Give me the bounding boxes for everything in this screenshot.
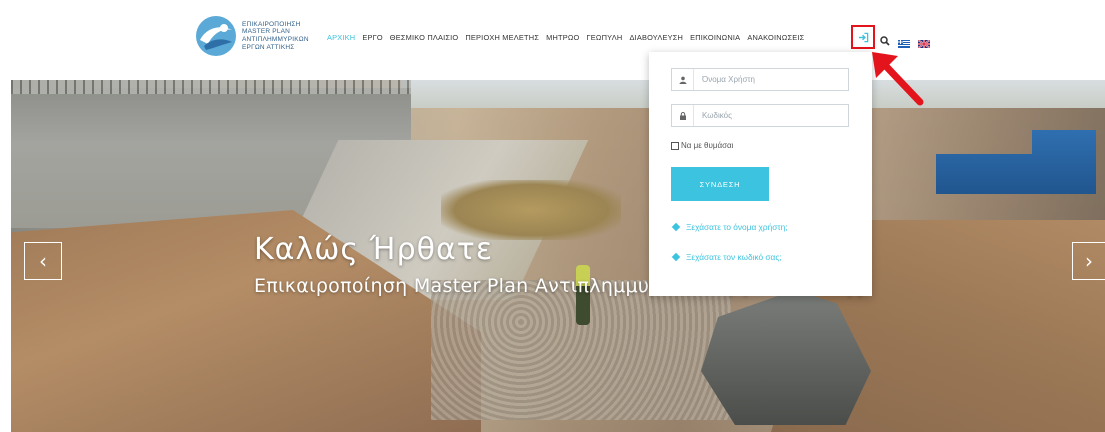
forgot-username-link[interactable]: Ξεχάσατε το όνομα χρήστη;	[671, 222, 788, 232]
hero-title: Καλώς Ήρθατε	[254, 232, 494, 267]
hero-background	[11, 80, 411, 94]
logo-text: ΕΠΙΚΑΙΡΟΠΟΙΗΣΗ MASTER PLAN ΑΝΤΙΠΛΗΜΜΥΡΙΚ…	[242, 21, 309, 51]
username-field	[671, 68, 849, 91]
password-input[interactable]	[694, 106, 844, 125]
nav-item-home[interactable]: ΑΡΧΙΚΗ	[327, 33, 355, 42]
site-logo[interactable]: ΕΠΙΚΑΙΡΟΠΟΙΗΣΗ MASTER PLAN ΑΝΤΙΠΛΗΜΜΥΡΙΚ…	[194, 14, 309, 58]
nav-item-legal-framework[interactable]: ΘΕΣΜΙΚΟ ΠΛΑΙΣΙΟ	[390, 33, 459, 42]
search-icon	[880, 36, 890, 46]
search-button[interactable]	[880, 31, 890, 50]
logo-line: MASTER PLAN	[242, 28, 291, 36]
login-toggle-button[interactable]	[851, 25, 875, 49]
hero-background	[936, 130, 1096, 194]
remember-me: Να με θυμάσαι	[671, 141, 733, 150]
main-nav: ΑΡΧΙΚΗ ΕΡΓΟ ΘΕΣΜΙΚΟ ΠΛΑΙΣΙΟ ΠΕΡΙΟΧΗ ΜΕΛΕ…	[327, 33, 811, 42]
logo-line: ΑΝΤΙΠΛΗΜΜΥΡΙΚΩΝ	[242, 36, 309, 43]
forgot-username-label: Ξεχάσατε το όνομα χρήστη;	[686, 222, 788, 232]
bullet-icon	[671, 252, 681, 262]
user-icon	[672, 69, 694, 90]
logo-line: ΕΠΙΚΑΙΡΟΠΟΙΗΣΗ	[242, 20, 301, 28]
login-dropdown: Να με θυμάσαι ΣΥΝΔΕΣΗ Ξεχάσατε το όνομα …	[649, 52, 872, 296]
username-input[interactable]	[694, 70, 844, 89]
lock-icon	[672, 105, 694, 126]
nav-item-contact[interactable]: ΕΠΙΚΟΙΝΩΝΙΑ	[690, 33, 740, 42]
login-button[interactable]: ΣΥΝΔΕΣΗ	[671, 167, 769, 201]
red-arrow-annotation-icon	[872, 52, 924, 106]
password-field	[671, 104, 849, 127]
logo-icon	[194, 14, 238, 58]
remember-me-label: Να με θυμάσαι	[681, 141, 734, 150]
bullet-icon	[671, 222, 681, 232]
remember-me-checkbox[interactable]	[671, 141, 679, 150]
sign-in-icon	[858, 32, 868, 42]
hero-slider: Καλώς Ήρθατε Επικαιροποίηση Master Plan …	[11, 80, 1105, 432]
slider-next-button[interactable]: ›	[1072, 242, 1105, 280]
greek-flag-icon[interactable]	[898, 33, 910, 48]
hero-background	[441, 180, 621, 240]
forgot-password-label: Ξεχάσατε τον κωδικό σας;	[686, 252, 782, 262]
nav-item-study-area[interactable]: ΠΕΡΙΟΧΗ ΜΕΛΕΤΗΣ	[465, 33, 539, 42]
nav-item-geoportal[interactable]: ΓΕΩΠΥΛΗ	[587, 33, 623, 42]
nav-item-consultation[interactable]: ΔΙΑΒΟΥΛΕΥΣΗ	[629, 33, 683, 42]
nav-item-registry[interactable]: ΜΗΤΡΩΟ	[546, 33, 579, 42]
uk-flag-icon[interactable]	[917, 33, 931, 49]
site-header: ΕΠΙΚΑΙΡΟΠΟΙΗΣΗ MASTER PLAN ΑΝΤΙΠΛΗΜΜΥΡΙΚ…	[0, 0, 1105, 78]
chevron-left-icon: ‹	[39, 249, 47, 273]
nav-item-project[interactable]: ΕΡΓΟ	[362, 33, 382, 42]
forgot-password-link[interactable]: Ξεχάσατε τον κωδικό σας;	[671, 252, 782, 262]
slider-prev-button[interactable]: ‹	[24, 242, 62, 280]
nav-item-announcements[interactable]: ΑΝΑΚΟΙΝΩΣΕΙΣ	[747, 33, 804, 42]
logo-line: ΕΡΓΩΝ ΑΤΤΙΚΗΣ	[242, 43, 295, 51]
chevron-right-icon: ›	[1085, 249, 1093, 273]
